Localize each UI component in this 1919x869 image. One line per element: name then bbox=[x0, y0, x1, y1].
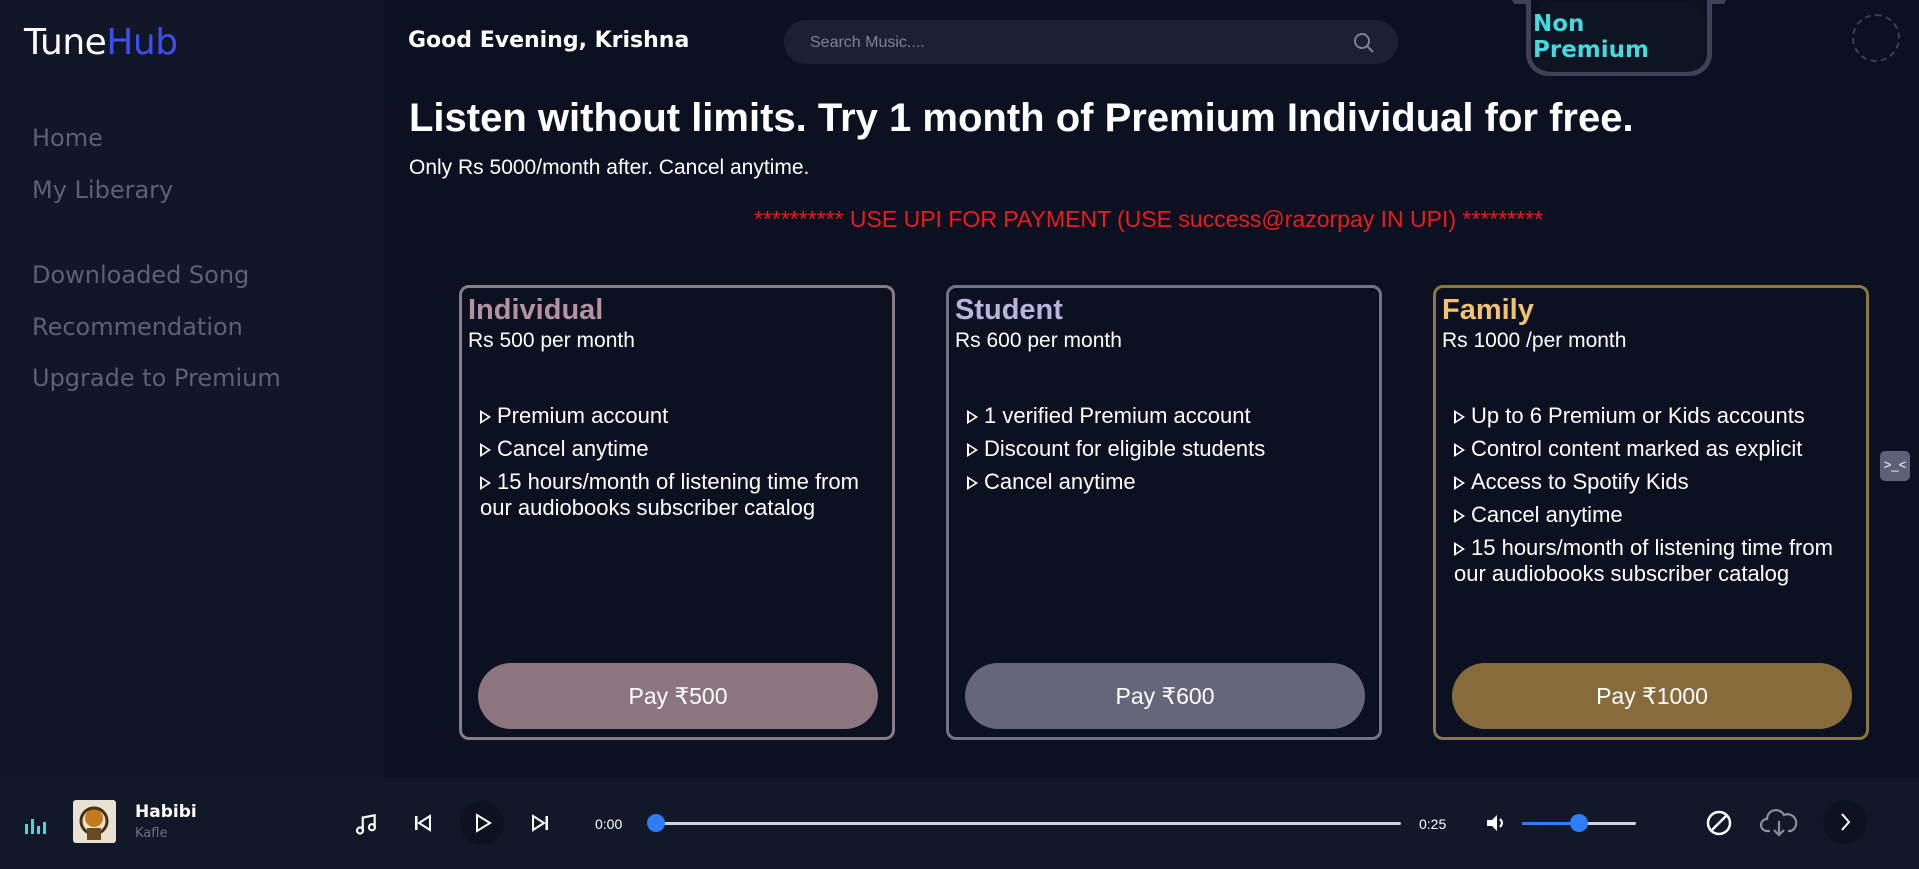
volume-icon[interactable] bbox=[1484, 811, 1508, 840]
plan-price: Rs 600 per month bbox=[955, 329, 1122, 352]
triangle-bullet-icon bbox=[1454, 410, 1465, 424]
previous-icon[interactable] bbox=[413, 813, 433, 838]
player-bar: Habibi Kafle 0:00 0:25 bbox=[0, 778, 1919, 869]
feature-list: 1 verified Premium account Discount for … bbox=[967, 403, 1375, 502]
block-icon[interactable] bbox=[1705, 809, 1733, 842]
plan-name: Family bbox=[1442, 294, 1534, 326]
triangle-bullet-icon bbox=[1454, 542, 1465, 556]
feature-item: Cancel anytime bbox=[1454, 502, 1862, 528]
plan-card-family: Family Rs 1000 /per month Up to 6 Premiu… bbox=[1433, 285, 1869, 740]
page-subtitle: Only Rs 5000/month after. Cancel anytime… bbox=[409, 156, 810, 179]
plan-price: Rs 500 per month bbox=[468, 329, 635, 352]
search-input[interactable] bbox=[808, 20, 1332, 66]
feature-text: 15 hours/month of listening time from ou… bbox=[1454, 535, 1833, 586]
feature-text: Up to 6 Premium or Kids accounts bbox=[1471, 403, 1805, 428]
triangle-bullet-icon bbox=[480, 443, 491, 457]
side-widget-icon[interactable]: >_< bbox=[1880, 451, 1910, 481]
duration: 0:25 bbox=[1419, 816, 1447, 832]
sidebar-item-recommendation[interactable]: Recommendation bbox=[32, 313, 243, 341]
equalizer-icon bbox=[24, 816, 46, 841]
next-icon[interactable] bbox=[530, 813, 550, 838]
search-bar bbox=[784, 20, 1398, 66]
feature-item: Cancel anytime bbox=[480, 436, 888, 462]
sidebar-item-upgrade[interactable]: Upgrade to Premium bbox=[32, 364, 281, 392]
feature-item: 15 hours/month of listening time from ou… bbox=[480, 469, 888, 521]
feature-list: Up to 6 Premium or Kids accounts Control… bbox=[1454, 403, 1862, 594]
avatar[interactable] bbox=[1852, 14, 1900, 62]
feature-item: Premium account bbox=[480, 403, 888, 429]
triangle-bullet-icon bbox=[1454, 443, 1465, 457]
feature-text: Discount for eligible students bbox=[984, 436, 1266, 461]
progress-track[interactable] bbox=[656, 822, 1401, 825]
expand-button[interactable] bbox=[1823, 800, 1867, 844]
track-title: Habibi bbox=[135, 802, 197, 822]
sidebar-item-home[interactable]: Home bbox=[32, 124, 103, 152]
current-time: 0:00 bbox=[595, 816, 623, 832]
album-art[interactable] bbox=[73, 800, 116, 843]
feature-item: Access to Spotify Kids bbox=[1454, 469, 1862, 495]
triangle-bullet-icon bbox=[1454, 476, 1465, 490]
feature-text: 15 hours/month of listening time from ou… bbox=[480, 469, 859, 520]
app-logo[interactable]: TuneHub bbox=[24, 22, 178, 63]
plan-card-individual: Individual Rs 500 per month Premium acco… bbox=[459, 285, 895, 740]
feature-text: Cancel anytime bbox=[984, 469, 1136, 494]
feature-text: Cancel anytime bbox=[1471, 502, 1623, 527]
pay-1000-button[interactable]: Pay ₹1000 bbox=[1452, 663, 1852, 729]
plan-price: Rs 1000 /per month bbox=[1442, 329, 1627, 352]
greeting: Good Evening, Krishna bbox=[408, 28, 690, 53]
feature-item: Cancel anytime bbox=[967, 469, 1375, 495]
volume-handle[interactable] bbox=[1570, 814, 1588, 832]
feature-text: Cancel anytime bbox=[497, 436, 649, 461]
track-artist: Kafle bbox=[135, 826, 168, 841]
feature-text: 1 verified Premium account bbox=[984, 403, 1251, 428]
pay-500-button[interactable]: Pay ₹500 bbox=[478, 663, 878, 729]
logo-part-hub: Hub bbox=[106, 22, 178, 63]
music-note-icon[interactable] bbox=[353, 811, 379, 842]
progress-handle[interactable] bbox=[647, 814, 665, 832]
sidebar: TuneHub Home My Liberary Downloaded Song… bbox=[0, 0, 384, 778]
plan-card-student: Student Rs 600 per month 1 verified Prem… bbox=[946, 285, 1382, 740]
triangle-bullet-icon bbox=[1454, 509, 1465, 523]
search-icon[interactable] bbox=[1352, 31, 1376, 60]
feature-item: 15 hours/month of listening time from ou… bbox=[1454, 535, 1862, 587]
triangle-bullet-icon bbox=[967, 443, 978, 457]
logo-part-tune: Tune bbox=[24, 22, 107, 63]
play-icon bbox=[476, 813, 492, 833]
plan-name: Individual bbox=[468, 294, 604, 326]
payment-notice: ********** USE UPI FOR PAYMENT (USE succ… bbox=[754, 206, 1543, 232]
triangle-bullet-icon bbox=[480, 410, 491, 424]
pay-600-button[interactable]: Pay ₹600 bbox=[965, 663, 1365, 729]
triangle-bullet-icon bbox=[967, 410, 978, 424]
page-title: Listen without limits. Try 1 month of Pr… bbox=[409, 96, 1634, 140]
chevron-right-icon bbox=[1841, 813, 1851, 831]
feature-text: Access to Spotify Kids bbox=[1471, 469, 1689, 494]
feature-item: Up to 6 Premium or Kids accounts bbox=[1454, 403, 1862, 429]
feature-text: Control content marked as explicit bbox=[1471, 436, 1803, 461]
play-button[interactable] bbox=[460, 801, 504, 845]
triangle-bullet-icon bbox=[480, 476, 491, 490]
feature-item: Discount for eligible students bbox=[967, 436, 1375, 462]
sidebar-item-downloaded-song[interactable]: Downloaded Song bbox=[32, 261, 249, 289]
feature-list: Premium account Cancel anytime 15 hours/… bbox=[480, 403, 888, 528]
feature-text: Premium account bbox=[497, 403, 669, 428]
plan-name: Student bbox=[955, 294, 1063, 326]
triangle-bullet-icon bbox=[967, 476, 978, 490]
feature-item: 1 verified Premium account bbox=[967, 403, 1375, 429]
feature-item: Control content marked as explicit bbox=[1454, 436, 1862, 462]
sidebar-item-my-library[interactable]: My Liberary bbox=[32, 176, 173, 204]
cloud-download-icon[interactable] bbox=[1759, 807, 1798, 844]
status-badge[interactable]: Non Premium bbox=[1533, 2, 1705, 72]
